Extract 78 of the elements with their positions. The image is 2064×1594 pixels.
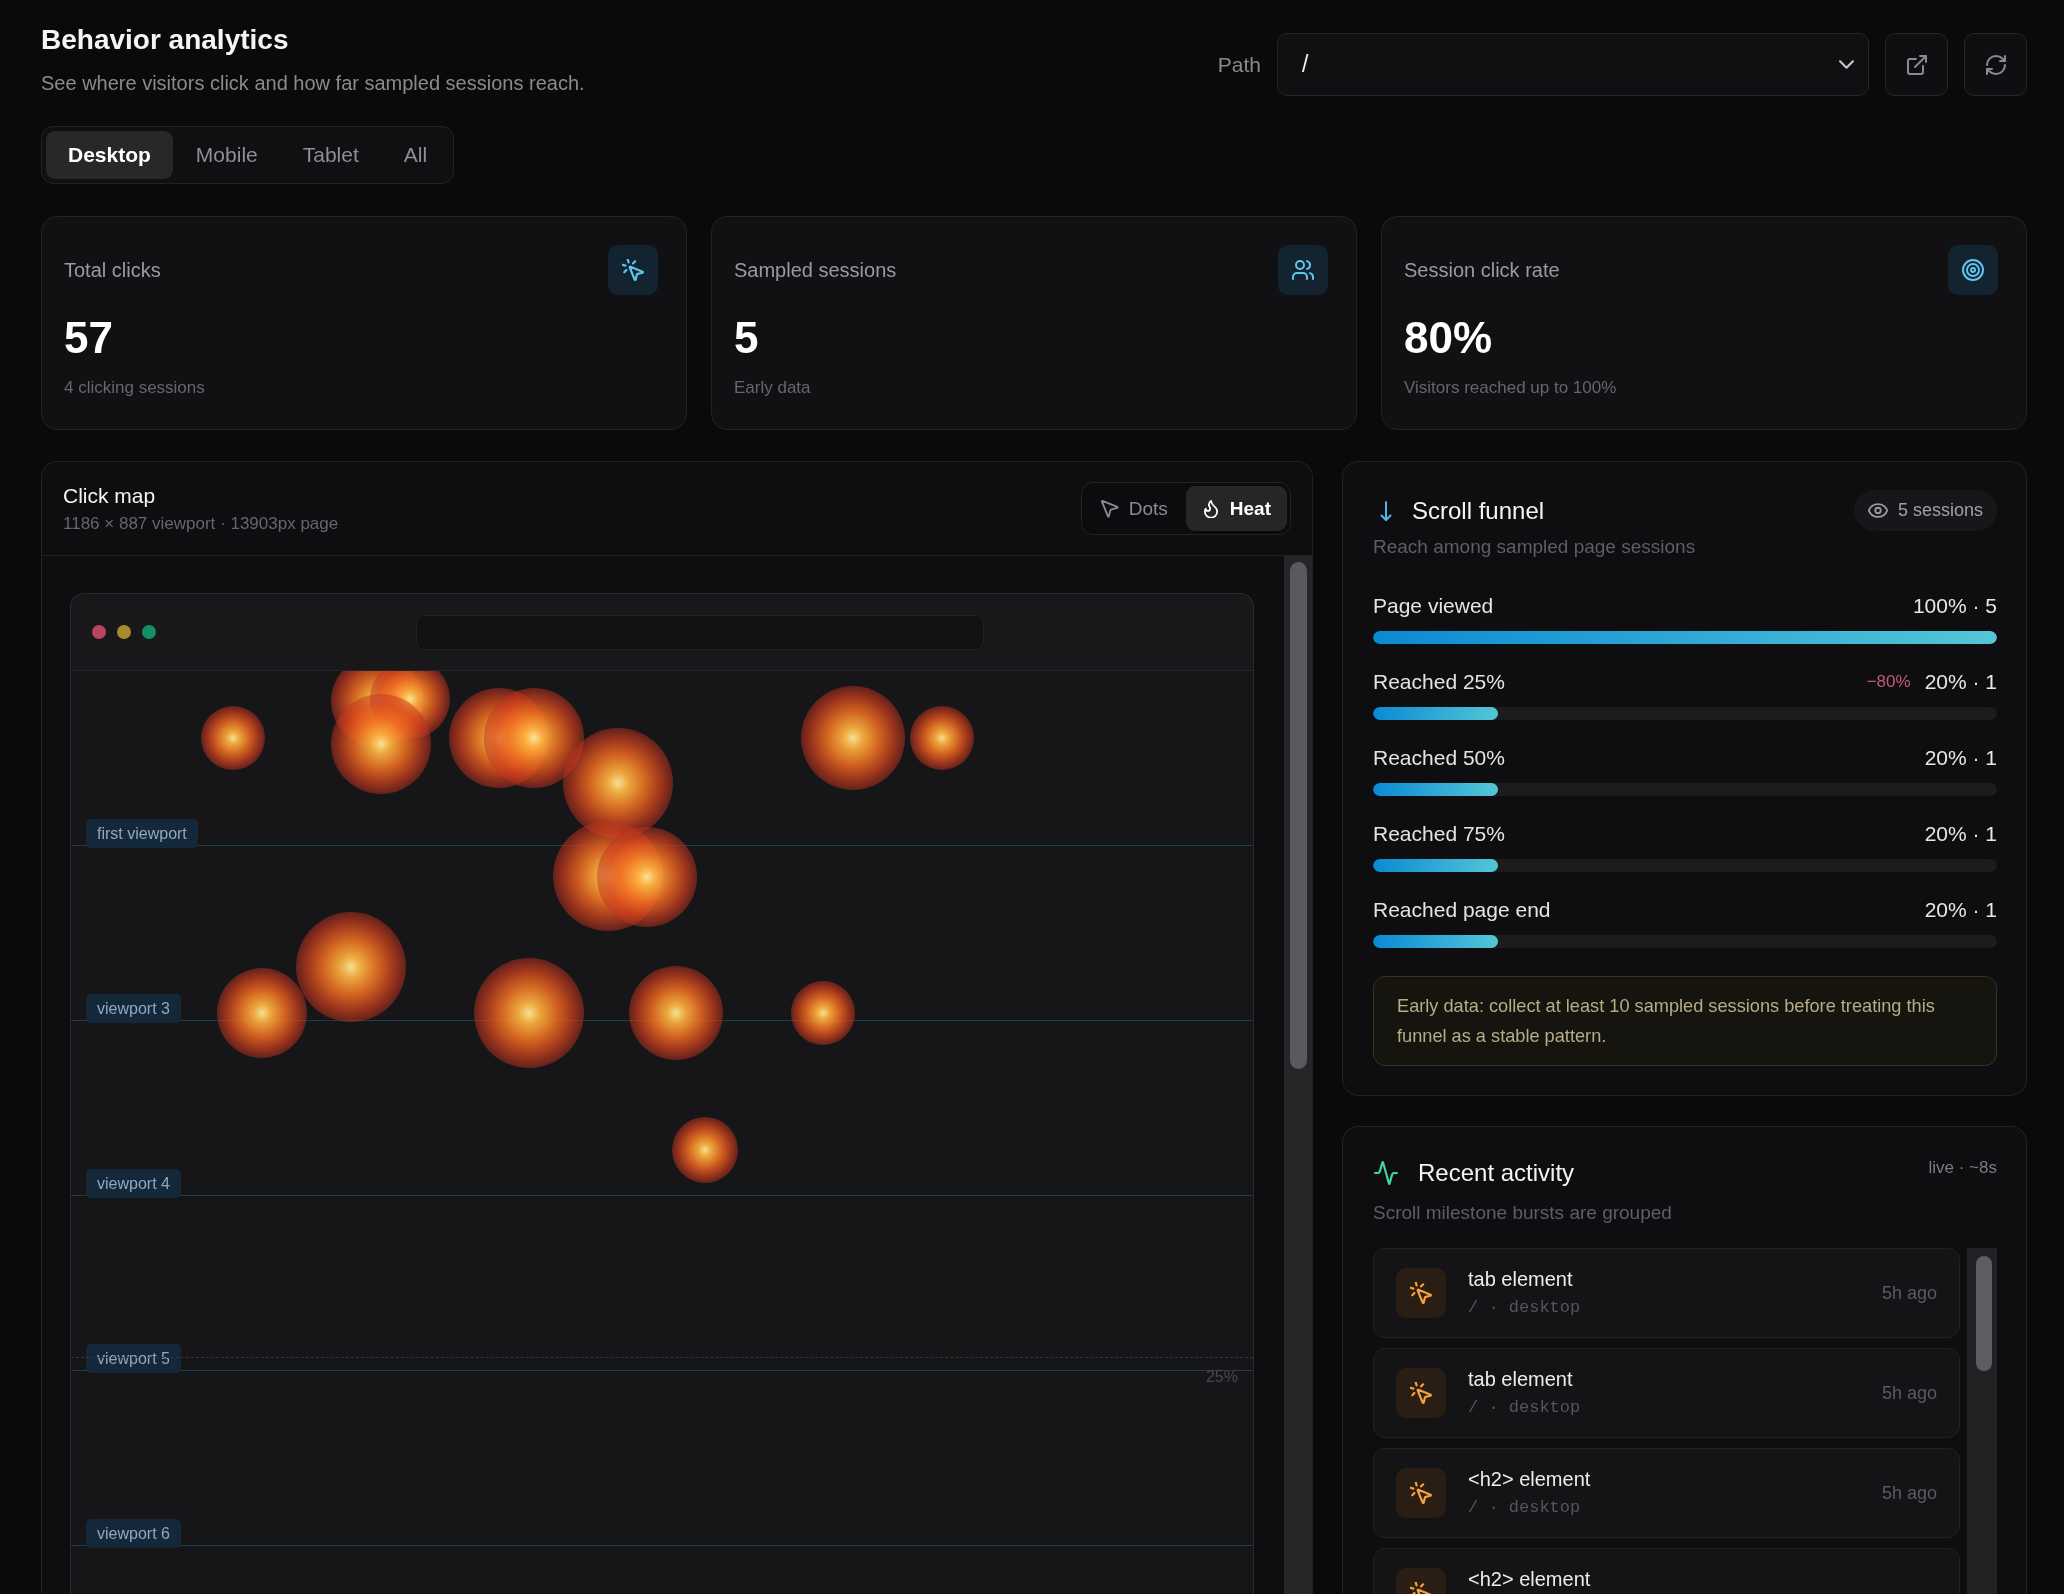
funnel-step-reading: 20% · 1 bbox=[1924, 822, 1997, 846]
target-icon bbox=[1948, 245, 1998, 295]
device-tab[interactable]: Mobile bbox=[173, 131, 280, 179]
live-status: live · ~8s bbox=[1928, 1158, 1997, 1178]
drop-rate: −80% bbox=[1866, 672, 1911, 692]
refresh-button[interactable] bbox=[1964, 33, 2027, 96]
cursor-click-icon bbox=[1396, 1268, 1446, 1318]
window-dot-icon bbox=[92, 625, 106, 639]
stat-value: 80% bbox=[1404, 312, 1494, 364]
flame-icon bbox=[1201, 499, 1220, 518]
viewport-label: viewport 6 bbox=[86, 1519, 181, 1548]
users-icon bbox=[1278, 245, 1328, 295]
page-title: Behavior analytics bbox=[41, 23, 290, 57]
eye-icon bbox=[1867, 503, 1888, 518]
path-label: Path bbox=[1217, 52, 1261, 77]
viewport-label: first viewport bbox=[86, 819, 198, 848]
stat-label: Total clicks bbox=[64, 258, 161, 282]
event-time: 5h ago bbox=[1881, 1382, 1937, 1404]
stat-label: Session click rate bbox=[1404, 258, 1560, 282]
panel-subtitle: Scroll milestone bursts are grouped bbox=[1373, 1201, 1673, 1225]
view-mode-option[interactable]: Dots bbox=[1084, 486, 1184, 531]
chevron-down-icon bbox=[1839, 60, 1854, 69]
early-data-note: Early data: collect at least 10 sampled sessions before treating this funnel as a stable pattern. bbox=[1373, 976, 1997, 1066]
panel-title: Scroll funnel bbox=[1412, 496, 1545, 525]
funnel-step-reading: 100% · 5 bbox=[1912, 594, 1997, 618]
device-tab[interactable]: All bbox=[381, 131, 450, 179]
activity-item[interactable]: <h2> element bbox=[1373, 1548, 1960, 1594]
panel-title: Click map bbox=[63, 482, 157, 509]
event-meta: / · desktop bbox=[1468, 1297, 1581, 1319]
stat-value: 5 bbox=[734, 312, 760, 364]
window-dot-icon bbox=[117, 625, 131, 639]
window-dot-icon bbox=[142, 625, 156, 639]
stat-note: 4 clicking sessions bbox=[64, 377, 206, 399]
event-title: tab element bbox=[1468, 1267, 1573, 1291]
event-meta: / · desktop bbox=[1468, 1497, 1581, 1519]
event-title: <h2> element bbox=[1468, 1467, 1591, 1491]
scrollbar-thumb[interactable] bbox=[1290, 562, 1307, 1069]
cursor-click-icon bbox=[1396, 1368, 1446, 1418]
viewport-label: viewport 4 bbox=[86, 1169, 181, 1198]
stat-note: Visitors reached up to 100% bbox=[1404, 377, 1618, 399]
path-select[interactable]: / bbox=[1277, 33, 1869, 96]
event-title: <h2> element bbox=[1468, 1567, 1591, 1591]
stat-note: Early data bbox=[734, 377, 812, 399]
event-meta: / · desktop bbox=[1468, 1397, 1581, 1419]
cursor-click-icon bbox=[1396, 1468, 1446, 1518]
device-tab[interactable]: Tablet bbox=[280, 131, 381, 179]
funnel-step-reading: 20% · 1 bbox=[1924, 670, 1997, 694]
arrow-down-icon bbox=[1380, 499, 1392, 522]
device-tab[interactable]: Desktop bbox=[46, 131, 173, 179]
scrollbar-thumb[interactable] bbox=[1976, 1256, 1992, 1371]
event-time: 5h ago bbox=[1881, 1282, 1937, 1304]
event-title: tab element bbox=[1468, 1367, 1573, 1391]
panel-title: Recent activity bbox=[1418, 1159, 1575, 1187]
sessions-count: 5 sessions bbox=[1897, 500, 1983, 521]
activity-item[interactable]: <h2> element / · desktop 5h ago bbox=[1373, 1448, 1960, 1538]
event-time: 5h ago bbox=[1881, 1482, 1937, 1504]
page-subtitle: See where visitors click and how far sampled sessions reach. bbox=[41, 71, 585, 96]
panel-subtitle: 1186 × 887 viewport · 13903px page bbox=[63, 512, 339, 535]
funnel-step-reading: 20% · 1 bbox=[1924, 746, 1997, 770]
stat-label: Sampled sessions bbox=[734, 258, 897, 282]
panel-subtitle: Reach among sampled page sessions bbox=[1373, 535, 1697, 559]
funnel-step-label: Reached 25% bbox=[1373, 670, 1505, 694]
view-mode-option[interactable]: Heat bbox=[1185, 486, 1287, 531]
funnel-step-label: Reached page end bbox=[1373, 898, 1551, 922]
stat-value: 57 bbox=[64, 312, 114, 364]
viewport-label: viewport 3 bbox=[86, 994, 181, 1023]
external-link-icon bbox=[1906, 54, 1927, 75]
pointer-icon bbox=[1100, 499, 1119, 518]
funnel-step-label: Page viewed bbox=[1373, 594, 1494, 618]
external-link-button[interactable] bbox=[1885, 33, 1948, 96]
refresh-icon bbox=[1985, 54, 2006, 75]
cursor-click-icon bbox=[608, 245, 658, 295]
funnel-step-label: Reached 75% bbox=[1373, 822, 1505, 846]
funnel-step-label: Reached 50% bbox=[1373, 746, 1505, 770]
activity-item[interactable]: tab element / · desktop 5h ago bbox=[1373, 1248, 1960, 1338]
activity-item[interactable]: tab element / · desktop 5h ago bbox=[1373, 1348, 1960, 1438]
pulse-icon bbox=[1374, 1161, 1398, 1185]
funnel-step-reading: 20% · 1 bbox=[1924, 898, 1997, 922]
